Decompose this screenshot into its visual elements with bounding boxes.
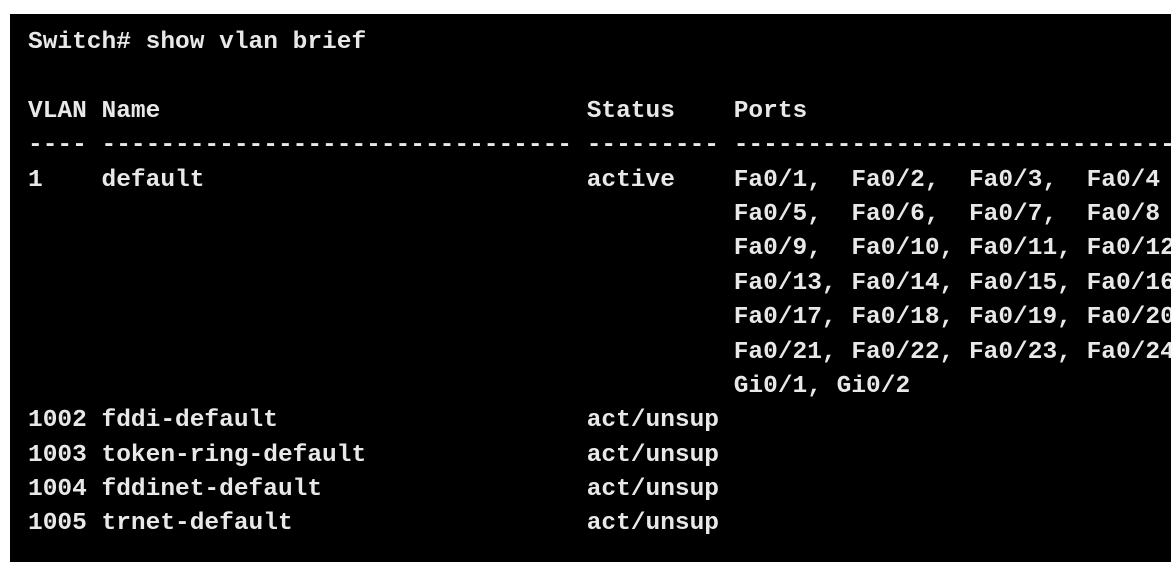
vlan-row: 1003 token-ring-default act/unsup: [28, 441, 720, 469]
vlan-row: Fa0/5, Fa0/6, Fa0/7, Fa0/8: [28, 200, 1161, 228]
vlan-row: Fa0/21, Fa0/22, Fa0/23, Fa0/24: [28, 338, 1171, 366]
vlan-row: Fa0/17, Fa0/18, Fa0/19, Fa0/20: [28, 304, 1171, 332]
vlan-row: 1002 fddi-default act/unsup: [28, 407, 720, 435]
vlan-row: 1004 fddinet-default act/unsup: [28, 476, 720, 504]
vlan-row: 1005 trnet-default act/unsup: [28, 510, 720, 538]
vlan-row: Gi0/1, Gi0/2: [28, 372, 911, 400]
vlan-row: 1 default active Fa0/1, Fa0/2, Fa0/3, Fa…: [28, 166, 1161, 194]
table-separator: ---- -------------------------------- --…: [28, 132, 1171, 160]
vlan-row: Fa0/13, Fa0/14, Fa0/15, Fa0/16: [28, 269, 1171, 297]
table-header: VLAN Name Status Ports: [28, 97, 808, 125]
terminal-output: Switch# show vlan brief VLAN Name Status …: [28, 26, 1171, 542]
terminal-window: Switch# show vlan brief VLAN Name Status …: [10, 14, 1171, 562]
command-line: Switch# show vlan brief: [28, 29, 367, 56]
vlan-row: Fa0/9, Fa0/10, Fa0/11, Fa0/12: [28, 235, 1171, 263]
